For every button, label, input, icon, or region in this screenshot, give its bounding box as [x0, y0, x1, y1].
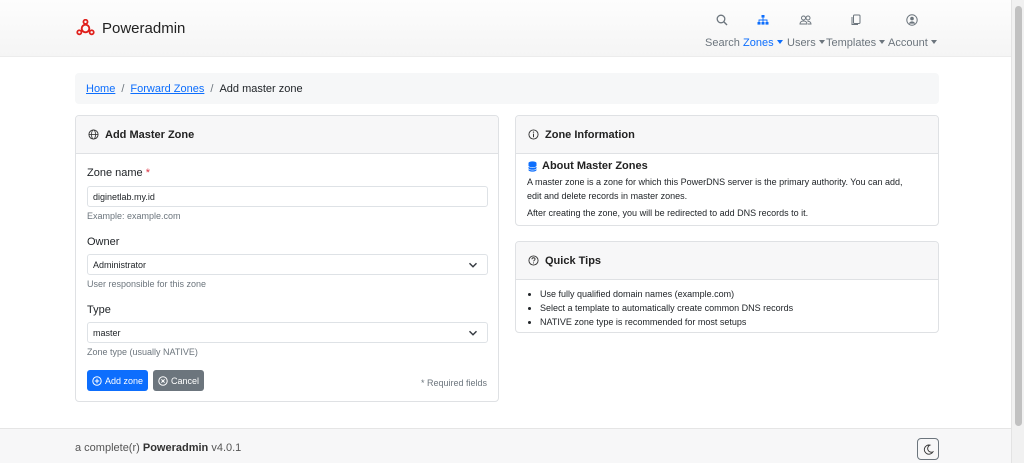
caret-down-icon: [879, 40, 886, 44]
required-fields-note: * Required fields: [420, 378, 487, 388]
list-item: Use fully qualified domain names (exampl…: [540, 287, 793, 301]
caret-down-icon: [776, 40, 783, 44]
diagram-icon: [757, 12, 769, 28]
x-circle-icon: [158, 375, 168, 386]
zone-name-help: Example: example.com: [87, 211, 181, 221]
add-zone-label: Add zone: [105, 375, 144, 386]
people-icon: [799, 12, 812, 28]
copy-icon: [850, 12, 862, 28]
nav-zones[interactable]: Zones: [743, 12, 783, 49]
breadcrumb: Home / Forward Zones / Add master zone: [75, 73, 939, 104]
footer-brand: Poweradmin: [142, 442, 209, 454]
page-scrollbar[interactable]: [1011, 0, 1024, 463]
cancel-label: Cancel: [171, 375, 200, 386]
type-select[interactable]: master: [87, 322, 488, 343]
add-master-zone-card: Add Master Zone Zone name * diginetlab.m…: [75, 115, 499, 402]
nav-templates[interactable]: Templates: [826, 12, 886, 49]
card-title: Zone Information: [545, 128, 635, 141]
zone-name-input[interactable]: diginetlab.my.id: [87, 186, 488, 207]
owner-help: User responsible for this zone: [87, 279, 207, 289]
chevron-down-icon: [468, 330, 478, 336]
required-marker: *: [145, 167, 150, 179]
caret-down-icon: [930, 40, 937, 44]
moon-icon: [923, 444, 934, 455]
theme-toggle-button[interactable]: [917, 438, 939, 460]
about-text-line2: edit and delete records in master zones.: [527, 191, 688, 201]
scrollbar-thumb[interactable]: [1015, 6, 1022, 426]
nav-users-label: Users: [787, 37, 816, 49]
card-header: Add Master Zone: [76, 116, 498, 154]
globe-icon: [88, 129, 99, 140]
type-label: Type: [87, 304, 111, 316]
chevron-down-icon: [468, 262, 478, 268]
breadcrumb-separator: /: [121, 82, 125, 95]
nav-zones-label: Zones: [743, 37, 774, 49]
question-circle-icon: [528, 255, 539, 266]
cancel-button[interactable]: Cancel: [153, 370, 205, 391]
about-master-zones-heading: About Master Zones: [542, 160, 648, 172]
quick-tips-card: Quick Tips Use fully qualified domain na…: [515, 241, 939, 333]
zone-information-card: Zone Information About Master Zones A ma…: [515, 115, 939, 226]
user-circle-icon: [906, 12, 919, 28]
brand-name: Poweradmin: [102, 20, 186, 37]
nav-account-label: Account: [888, 37, 928, 49]
tips-list: Use fully qualified domain names (exampl…: [540, 287, 793, 329]
breadcrumb-current: Add master zone: [219, 82, 303, 95]
caret-down-icon: [818, 40, 825, 44]
nav-search-label: Search: [705, 37, 740, 49]
owner-label: Owner: [87, 236, 120, 248]
card-header: Zone Information: [516, 116, 938, 154]
list-item: NATIVE zone type is recommended for most…: [540, 315, 793, 329]
owner-select[interactable]: Administrator: [87, 254, 488, 275]
nav-account[interactable]: Account: [888, 12, 937, 49]
card-header: Quick Tips: [516, 242, 938, 280]
zone-name-label: Zone name *: [87, 167, 150, 179]
card-title: Quick Tips: [545, 254, 602, 267]
nav-search[interactable]: Search: [705, 12, 740, 49]
breadcrumb-separator: /: [210, 82, 214, 95]
footer: a complete(r) Poweradmin v4.0.1: [0, 428, 1011, 463]
type-value: master: [93, 327, 121, 338]
info-circle-icon: [528, 129, 539, 140]
brand[interactable]: Poweradmin: [76, 19, 185, 38]
type-help: Zone type (usually NATIVE): [87, 347, 198, 357]
nav-users[interactable]: Users: [787, 12, 825, 49]
list-item: Select a template to automatically creat…: [540, 301, 793, 315]
search-icon: [716, 12, 728, 28]
poweradmin-logo-icon: [76, 19, 95, 36]
about-text-line1: A master zone is a zone for which this P…: [527, 177, 903, 187]
zone-name-value: diginetlab.my.id: [93, 191, 155, 202]
owner-value: Administrator: [93, 259, 147, 270]
about-text-line3: After creating the zone, you will be red…: [527, 208, 809, 218]
footer-version: v4.0.1: [211, 442, 242, 454]
footer-prefix: a complete(r): [75, 442, 140, 454]
breadcrumb-forward-zones-link[interactable]: Forward Zones: [130, 83, 204, 95]
top-navbar: Poweradmin Search Zones Users Templates …: [0, 0, 1011, 57]
nav-templates-label: Templates: [826, 37, 877, 49]
plus-circle-icon: [92, 375, 102, 386]
card-title: Add Master Zone: [105, 128, 195, 141]
breadcrumb-home-link[interactable]: Home: [86, 83, 115, 95]
footer-text: a complete(r) Poweradmin v4.0.1: [75, 442, 241, 454]
add-zone-button[interactable]: Add zone: [87, 370, 149, 391]
database-icon: [528, 160, 537, 172]
